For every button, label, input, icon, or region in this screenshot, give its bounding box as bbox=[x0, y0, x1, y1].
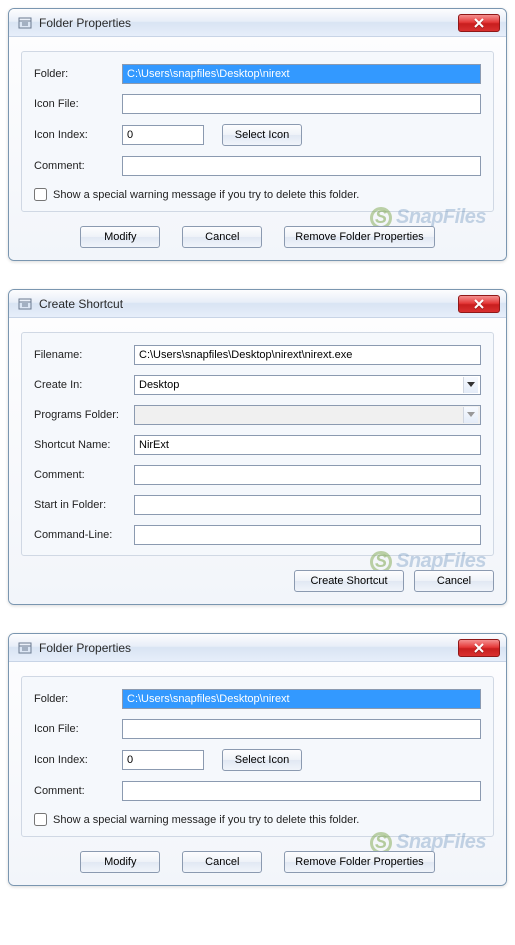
createin-label: Create In: bbox=[34, 379, 134, 391]
createin-value: Desktop bbox=[139, 379, 179, 391]
groupbox: Folder: Icon File: Icon Index: Select Ic… bbox=[21, 676, 494, 837]
warning-checkbox-label: Show a special warning message if you tr… bbox=[53, 814, 359, 826]
groupbox: Folder: Icon File: Icon Index: Select Ic… bbox=[21, 51, 494, 212]
app-icon bbox=[17, 296, 33, 312]
folder-properties-dialog: Folder Properties Folder: Icon File: Ico… bbox=[8, 8, 507, 261]
createin-select[interactable]: Desktop bbox=[134, 375, 481, 395]
create-shortcut-button[interactable]: Create Shortcut bbox=[294, 570, 404, 592]
close-button[interactable] bbox=[458, 14, 500, 32]
select-icon-button[interactable]: Select Icon bbox=[222, 124, 302, 146]
comment-input[interactable] bbox=[122, 781, 481, 801]
shortcut-name-label: Shortcut Name: bbox=[34, 439, 134, 451]
modify-button[interactable]: Modify bbox=[80, 851, 160, 873]
close-icon bbox=[474, 299, 484, 309]
comment-input[interactable] bbox=[122, 156, 481, 176]
remove-properties-button[interactable]: Remove Folder Properties bbox=[284, 226, 434, 248]
folder-input[interactable] bbox=[122, 64, 481, 84]
titlebar[interactable]: Folder Properties bbox=[9, 9, 506, 37]
close-icon bbox=[474, 18, 484, 28]
iconfile-label: Icon File: bbox=[34, 723, 122, 735]
folder-properties-dialog: Folder Properties Folder: Icon File: Ico… bbox=[8, 633, 507, 886]
filename-input[interactable] bbox=[134, 345, 481, 365]
folder-label: Folder: bbox=[34, 68, 122, 80]
command-line-input[interactable] bbox=[134, 525, 481, 545]
cancel-button[interactable]: Cancel bbox=[182, 226, 262, 248]
warning-checkbox[interactable] bbox=[34, 188, 47, 201]
modify-button[interactable]: Modify bbox=[80, 226, 160, 248]
comment-input[interactable] bbox=[134, 465, 481, 485]
folder-input[interactable] bbox=[122, 689, 481, 709]
iconindex-input[interactable] bbox=[122, 125, 204, 145]
comment-label: Comment: bbox=[34, 785, 122, 797]
chevron-down-icon bbox=[463, 407, 478, 423]
select-icon-button[interactable]: Select Icon bbox=[222, 749, 302, 771]
filename-label: Filename: bbox=[34, 349, 134, 361]
iconindex-label: Icon Index: bbox=[34, 754, 122, 766]
folder-label: Folder: bbox=[34, 693, 122, 705]
app-icon bbox=[17, 15, 33, 31]
cancel-button[interactable]: Cancel bbox=[182, 851, 262, 873]
iconindex-input[interactable] bbox=[122, 750, 204, 770]
iconfile-label: Icon File: bbox=[34, 98, 122, 110]
command-line-label: Command-Line: bbox=[34, 529, 134, 541]
programs-folder-select[interactable] bbox=[134, 405, 481, 425]
chevron-down-icon bbox=[463, 377, 478, 393]
shortcut-name-input[interactable] bbox=[134, 435, 481, 455]
comment-label: Comment: bbox=[34, 160, 122, 172]
create-shortcut-dialog: Create Shortcut Filename: Create In: Des… bbox=[8, 289, 507, 605]
cancel-button[interactable]: Cancel bbox=[414, 570, 494, 592]
iconfile-input[interactable] bbox=[122, 94, 481, 114]
programs-folder-label: Programs Folder: bbox=[34, 409, 134, 421]
warning-checkbox[interactable] bbox=[34, 813, 47, 826]
start-in-input[interactable] bbox=[134, 495, 481, 515]
comment-label: Comment: bbox=[34, 469, 134, 481]
iconindex-label: Icon Index: bbox=[34, 129, 122, 141]
iconfile-input[interactable] bbox=[122, 719, 481, 739]
window-title: Folder Properties bbox=[39, 641, 131, 655]
warning-checkbox-label: Show a special warning message if you tr… bbox=[53, 189, 359, 201]
remove-properties-button[interactable]: Remove Folder Properties bbox=[284, 851, 434, 873]
window-title: Create Shortcut bbox=[39, 297, 123, 311]
groupbox: Filename: Create In: Desktop Programs Fo… bbox=[21, 332, 494, 556]
app-icon bbox=[17, 640, 33, 656]
close-icon bbox=[474, 643, 484, 653]
titlebar[interactable]: Create Shortcut bbox=[9, 290, 506, 318]
start-in-label: Start in Folder: bbox=[34, 499, 134, 511]
titlebar[interactable]: Folder Properties bbox=[9, 634, 506, 662]
close-button[interactable] bbox=[458, 295, 500, 313]
close-button[interactable] bbox=[458, 639, 500, 657]
window-title: Folder Properties bbox=[39, 16, 131, 30]
